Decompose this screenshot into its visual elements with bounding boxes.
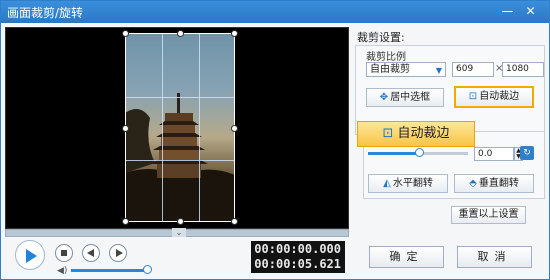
volume-icon[interactable]: ◀) — [57, 266, 67, 276]
volume-knob[interactable] — [143, 265, 152, 274]
crop-handle-right[interactable] — [231, 125, 238, 132]
cancel-button[interactable]: 取消 — [457, 246, 532, 268]
title-bar: 画面裁剪/旋转 — ✕ — [1, 1, 549, 23]
stop-button[interactable] — [55, 244, 73, 262]
grid-line — [126, 160, 234, 161]
current-time: 00:00:00.000 — [254, 242, 341, 256]
grid-line — [126, 97, 234, 98]
auto-crop-icon: ⊡ — [468, 91, 478, 102]
center-frame-icon: ✥ — [379, 92, 389, 103]
play-button[interactable] — [15, 240, 45, 270]
ok-button[interactable]: 确定 — [369, 246, 444, 268]
crop-handle-top-left[interactable] — [122, 30, 129, 37]
volume-slider[interactable] — [71, 269, 147, 272]
flip-vertical-button[interactable]: ⬘ 垂直翻转 — [454, 174, 534, 193]
stop-icon — [61, 250, 67, 256]
crop-section-title: 裁剪设置: — [357, 31, 405, 44]
total-time: 00:00:05.621 — [254, 257, 341, 271]
crop-handle-bottom-right[interactable] — [231, 218, 238, 225]
auto-crop-icon: ⊡ — [382, 126, 394, 141]
crop-rotate-dialog: 画面裁剪/旋转 — ✕ ⌄ ◀) 00:00:00.000 00:00:05.6… — [0, 0, 550, 280]
flip-vertical-label: 垂直翻转 — [478, 178, 519, 189]
grid-line — [162, 34, 163, 221]
crop-handle-bottom-left[interactable] — [122, 218, 129, 225]
crop-handle-top-right[interactable] — [231, 30, 238, 37]
dropdown-arrow-icon: ▼ — [435, 66, 442, 75]
flip-horizontal-label: 水平翻转 — [392, 178, 433, 189]
previous-icon — [87, 249, 94, 257]
next-icon — [116, 249, 123, 257]
crop-height-input[interactable]: 1080 — [502, 62, 544, 77]
window-title: 画面裁剪/旋转 — [7, 6, 84, 20]
crop-ratio-select[interactable]: 自由裁剪 ▼ — [366, 62, 446, 77]
crop-handle-bottom[interactable] — [177, 218, 184, 225]
previous-frame-button[interactable] — [82, 244, 100, 262]
crop-ratio-value: 自由裁剪 — [370, 64, 410, 75]
timecode-display: 00:00:00.000 00:00:05.621 — [251, 241, 345, 273]
auto-crop-callout: ⊡ 自动裁边 — [357, 121, 475, 147]
flip-horizontal-icon: ◭ — [383, 178, 391, 189]
crop-handle-top[interactable] — [177, 30, 184, 37]
rotate-icon[interactable]: ↻ — [520, 146, 534, 160]
crop-handle-left[interactable] — [122, 125, 129, 132]
auto-crop-label: 自动裁边 — [479, 91, 520, 102]
reset-settings-button[interactable]: 重置以上设置 — [451, 206, 526, 224]
next-frame-button[interactable] — [109, 244, 127, 262]
crop-width-input[interactable]: 609 — [452, 62, 494, 77]
rotation-slider-knob[interactable] — [415, 148, 424, 157]
rotation-angle-input[interactable]: 0.0 — [474, 147, 514, 161]
minimize-button[interactable]: — — [499, 3, 516, 19]
video-preview — [5, 27, 349, 229]
crop-ratio-label: 裁剪比例 — [366, 52, 406, 63]
crop-frame[interactable] — [122, 30, 238, 225]
playback-controls: ◀) 00:00:00.000 00:00:05.621 — [5, 237, 349, 277]
callout-label: 自动裁边 — [397, 126, 450, 141]
close-button[interactable]: ✕ — [522, 3, 539, 19]
timeline-bar[interactable]: ⌄ — [5, 228, 349, 238]
center-frame-button[interactable]: ✥ 居中选框 — [366, 88, 444, 107]
flip-horizontal-button[interactable]: ◭ 水平翻转 — [368, 174, 448, 193]
center-frame-label: 居中选框 — [390, 92, 431, 103]
rotation-slider-fill — [368, 152, 418, 155]
auto-crop-button[interactable]: ⊡ 自动裁边 — [454, 86, 534, 108]
grid-line — [199, 34, 200, 221]
flip-vertical-icon: ⬘ — [469, 178, 477, 189]
